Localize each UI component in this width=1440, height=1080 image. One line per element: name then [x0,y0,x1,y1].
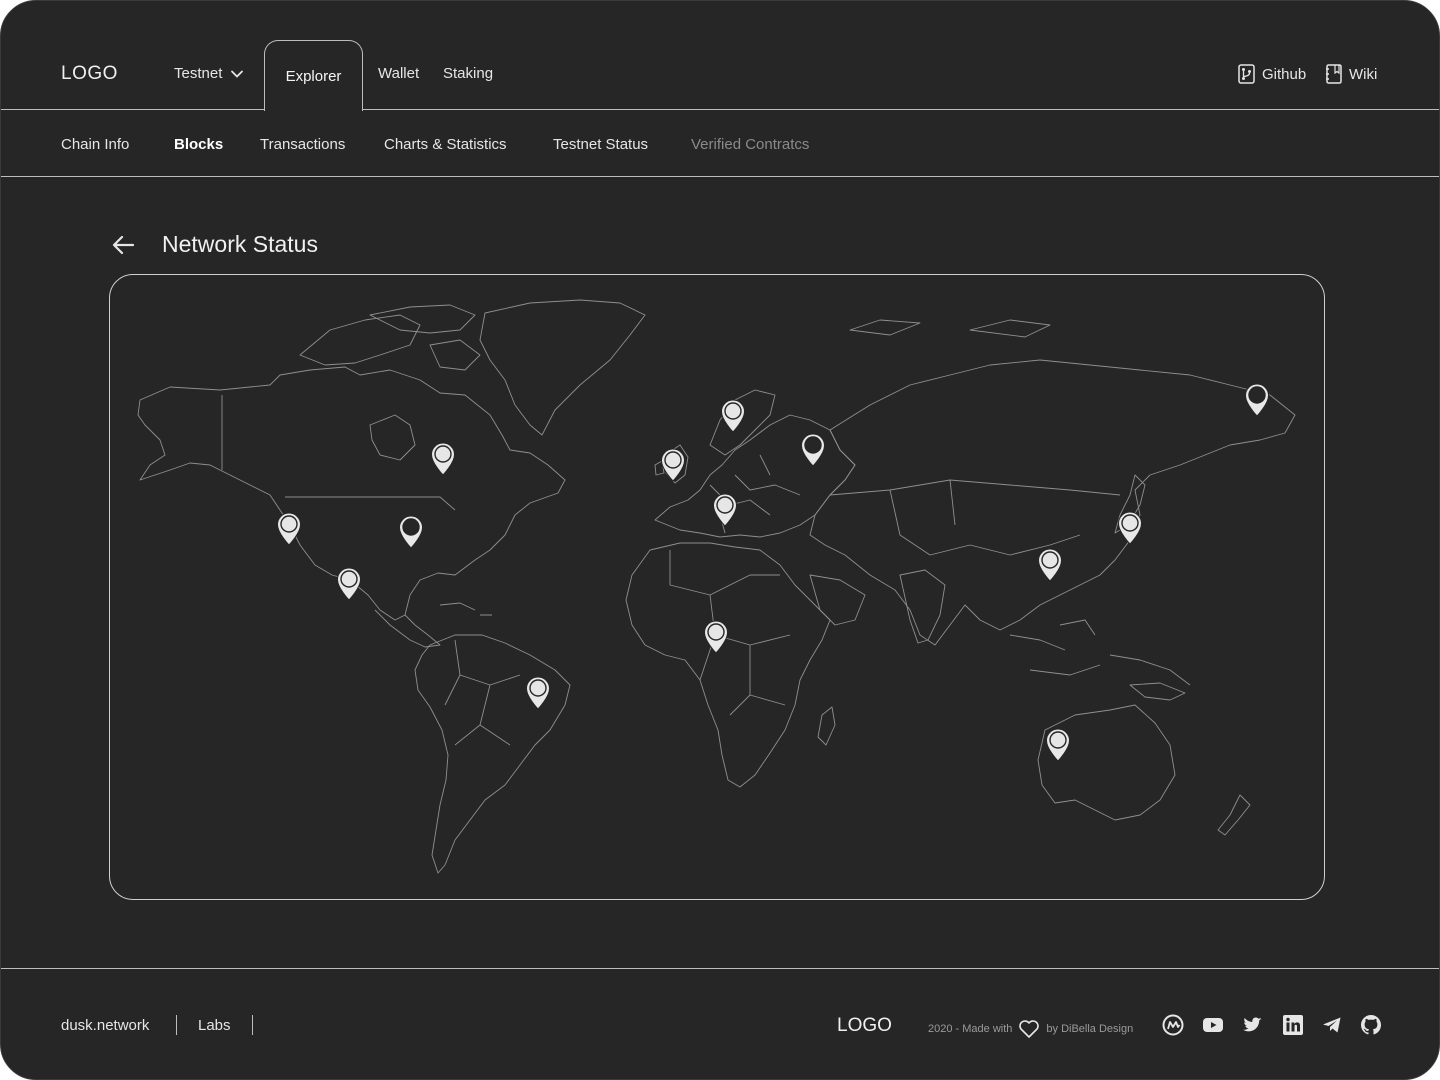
tab-wallet[interactable]: Wallet [378,65,419,82]
page-title: Network Status [162,231,318,257]
location-pin-icon [276,512,302,546]
new-zealand [1217,794,1251,836]
location-pin-icon [1037,548,1063,582]
asia-outline [809,359,1296,646]
map-pin-australia[interactable] [1044,727,1072,763]
footer-divider [176,1015,177,1035]
top-navigation: LOGO Testnet Explorer Wallet Staking Git… [1,1,1439,111]
map-pin-scandinavia[interactable] [719,398,747,434]
new-guinea [1129,682,1186,701]
twitter-icon[interactable] [1242,1014,1264,1036]
map-pin-mexico[interactable] [335,566,363,602]
location-pin-icon [800,433,826,467]
map-pin-us-east[interactable] [397,514,425,550]
location-pin-icon [1117,511,1143,545]
india [899,569,946,644]
footer-divider [252,1015,253,1035]
africa-outline [625,542,831,788]
linkedin-icon[interactable] [1282,1014,1304,1036]
southeast-asia-islands [1009,619,1191,686]
south-america-outline [414,634,571,874]
subnav-verified-contracts[interactable]: Verified Contratcs [691,136,809,153]
caribbean [439,602,492,616]
network-select-label: Testnet [174,65,223,82]
telegram-icon[interactable] [1321,1014,1343,1036]
hudson-bay [369,414,416,461]
location-pin-icon [1244,383,1270,417]
map-pin-north-america-canada[interactable] [429,441,457,477]
map-pin-china[interactable] [1036,547,1064,583]
location-pin-icon [660,448,686,482]
location-pin-icon [336,567,362,601]
credit-suffix: by DiBella Design [1046,1023,1134,1035]
footer-link-dusk-network[interactable]: dusk.network [61,1017,149,1034]
tab-staking[interactable]: Staking [443,65,493,82]
madagascar [817,706,836,746]
github-icon[interactable] [1360,1014,1382,1036]
wiki-label: Wiki [1349,65,1378,83]
network-map [109,274,1325,900]
tab-explorer[interactable]: Explorer [264,40,363,111]
map-pin-russia[interactable] [799,432,827,468]
map-pin-central-europe[interactable] [711,492,739,528]
map-pin-japan[interactable] [1116,510,1144,546]
south-america-borders [444,639,521,746]
location-pin-icon [720,399,746,433]
header-logo[interactable]: LOGO [61,63,118,85]
map-pin-ireland[interactable] [659,447,687,483]
footer-link-labs[interactable]: Labs [198,1017,231,1034]
greenland-outline [479,299,646,436]
git-branch-icon [1238,64,1255,84]
map-pin-us-west[interactable] [275,511,303,547]
location-pin-icon [525,676,551,710]
map-pin-west-africa[interactable] [702,619,730,655]
africa-borders [669,550,791,716]
location-pin-icon [1045,728,1071,762]
world-map [137,299,1296,874]
subnav-chain-info[interactable]: Chain Info [61,136,129,153]
coinmarketcap-icon[interactable] [1162,1014,1184,1036]
sub-navigation: Chain Info Blocks Transactions Charts & … [1,110,1439,177]
app-window: LOGO Testnet Explorer Wallet Staking Git… [0,0,1440,1080]
github-link[interactable]: Github [1238,64,1306,84]
map-pin-brazil[interactable] [524,675,552,711]
subnav-transactions[interactable]: Transactions [260,136,345,153]
map-pin-russia-far-east[interactable] [1243,382,1271,418]
siberia-islands [849,319,1051,338]
chevron-down-icon [231,70,244,78]
location-pin-icon [430,442,456,476]
back-arrow-icon[interactable] [111,232,137,258]
footer-credit: 2020 - Made with by DiBella Design [928,1019,1133,1039]
subnav-charts-statistics[interactable]: Charts & Statistics [384,136,507,153]
wiki-link[interactable]: Wiki [1325,64,1377,84]
asia-borders [829,479,1121,556]
network-select[interactable]: Testnet [174,65,244,82]
arabia [809,574,866,626]
location-pin-icon [398,515,424,549]
heart-icon [1019,1020,1040,1038]
location-pin-icon [703,620,729,654]
tab-explorer-label: Explorer [285,67,342,85]
subnav-blocks[interactable]: Blocks [174,136,223,153]
footer: dusk.network Labs LOGO 2020 - Made with … [1,968,1439,1079]
credit-prefix: 2020 - Made with [928,1023,1013,1035]
youtube-icon[interactable] [1202,1014,1224,1036]
notebook-icon [1326,64,1342,84]
github-label: Github [1262,65,1307,83]
arctic-islands [299,304,481,371]
footer-logo[interactable]: LOGO [837,1015,892,1037]
canada-border [221,395,456,511]
central-america-outline [374,609,441,648]
subnav-testnet-status[interactable]: Testnet Status [553,136,648,153]
location-pin-icon [712,493,738,527]
